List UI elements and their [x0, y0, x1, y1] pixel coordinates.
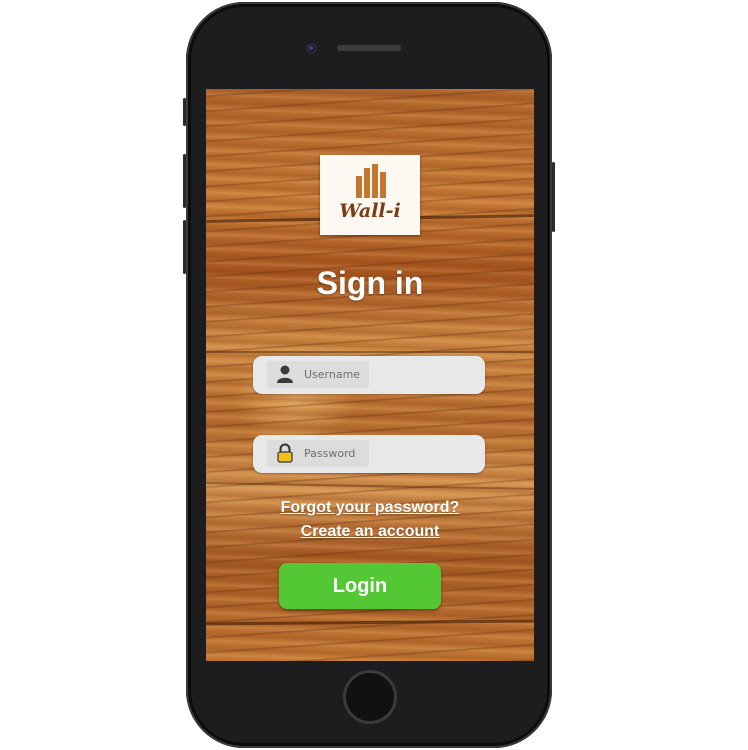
- app-logo: Wall-i: [320, 155, 420, 235]
- create-account-link[interactable]: Create an account: [206, 523, 534, 541]
- wood-crack: [206, 619, 534, 626]
- forgot-password-link[interactable]: Forgot your password?: [206, 499, 534, 517]
- login-button[interactable]: Login: [279, 563, 441, 609]
- volume-down-button: [183, 220, 186, 274]
- password-input[interactable]: [304, 444, 464, 462]
- wood-crack: [206, 482, 534, 490]
- username-input[interactable]: [304, 365, 464, 383]
- earpiece-speaker: [337, 45, 401, 51]
- user-icon: [277, 365, 293, 383]
- logo-text: Wall-i: [339, 200, 401, 222]
- volume-up-button: [183, 154, 186, 208]
- front-camera-icon: [306, 43, 317, 54]
- building-icon: [356, 164, 386, 198]
- page-title: Sign in: [316, 265, 424, 301]
- mute-switch: [183, 98, 186, 126]
- home-button[interactable]: [343, 670, 397, 724]
- app-screen: Wall-i Sign in Forgot your password? Cre…: [206, 89, 534, 661]
- password-field[interactable]: [253, 435, 485, 473]
- wood-crack: [206, 351, 534, 353]
- username-field[interactable]: [253, 356, 485, 394]
- power-button: [552, 162, 555, 232]
- lock-icon: [277, 443, 293, 463]
